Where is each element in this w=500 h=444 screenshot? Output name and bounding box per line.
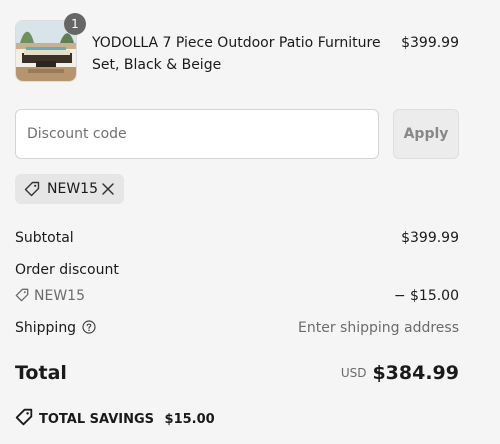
order-discount-code-row: NEW15 − $15.00 [15, 287, 459, 305]
savings-label: TOTAL SAVINGS [39, 412, 155, 427]
product-price: $399.99 [401, 35, 459, 51]
applied-discount-chip: NEW15 [15, 174, 124, 204]
total-currency: USD [340, 366, 367, 380]
total-label: Total [15, 362, 67, 384]
shipping-value: Enter shipping address [298, 320, 459, 336]
order-discount-value: − $15.00 [393, 288, 459, 304]
subtotal-value: $399.99 [401, 230, 459, 246]
savings-value: $15.00 [164, 412, 215, 427]
order-discount-label: Order discount [15, 262, 119, 278]
tag-icon [15, 408, 33, 426]
order-discount-code: NEW15 [34, 288, 85, 304]
shipping-label: Shipping [15, 320, 77, 336]
total-amount-group: USD $384.99 [341, 362, 459, 384]
applied-discount-code: NEW15 [47, 181, 98, 197]
order-discount-row: Order discount [15, 261, 459, 279]
total-savings: TOTAL SAVINGS $15.00 [15, 408, 215, 429]
tag-icon [15, 288, 29, 302]
total-value: $384.99 [372, 362, 459, 384]
subtotal-label: Subtotal [15, 230, 74, 246]
order-summary: 1 YODOLLA 7 Piece Outdoor Patio Furnitur… [15, 0, 459, 444]
tag-icon [24, 181, 40, 197]
line-item: 1 YODOLLA 7 Piece Outdoor Patio Furnitur… [15, 13, 459, 84]
discount-code-input[interactable] [15, 109, 379, 159]
close-icon[interactable] [101, 182, 115, 196]
product-title: YODOLLA 7 Piece Outdoor Patio Furniture … [92, 35, 381, 73]
apply-discount-button[interactable]: Apply [393, 109, 459, 159]
help-circle-icon[interactable] [82, 320, 96, 334]
shipping-row: Shipping Enter shipping address [15, 319, 459, 337]
subtotal-row: Subtotal $399.99 [15, 229, 459, 247]
quantity-badge: 1 [64, 13, 86, 35]
